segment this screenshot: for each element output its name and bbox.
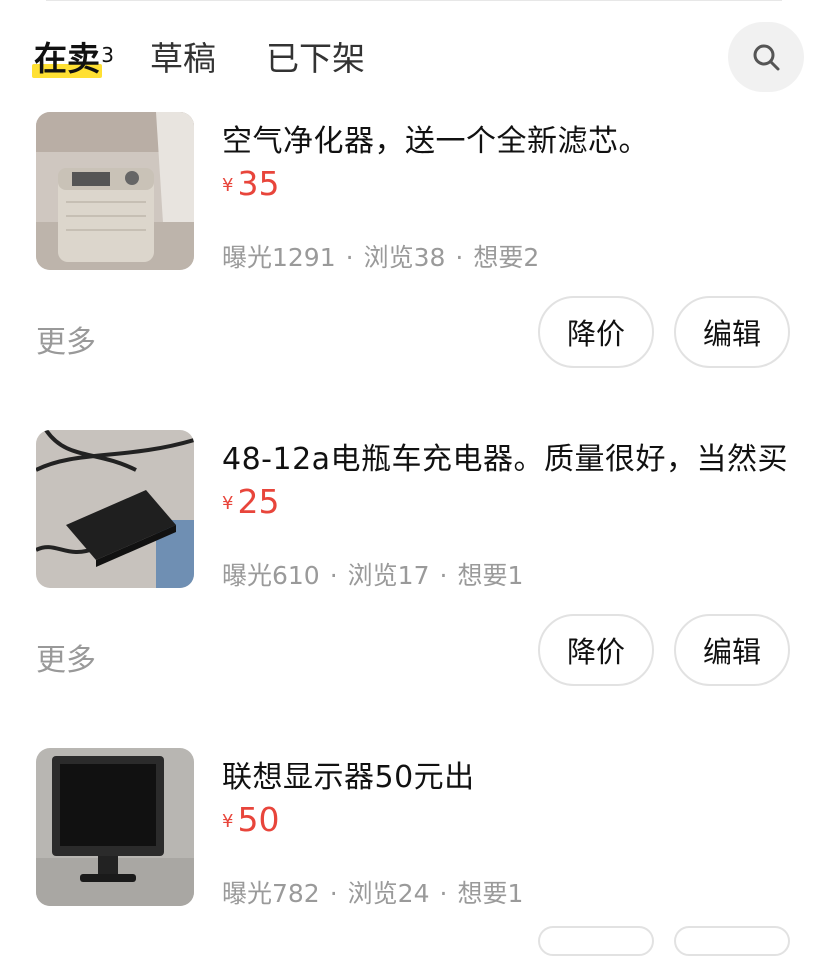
stat-views: 浏览24 <box>347 879 430 908</box>
tab-on-sale-count: 3 <box>101 43 114 67</box>
edit-button-partial[interactable] <box>674 926 790 956</box>
tab-on-sale[interactable]: 在卖 3 <box>32 36 114 82</box>
search-button[interactable] <box>728 22 804 92</box>
stat-wants: 想要1 <box>457 561 524 590</box>
edit-button[interactable]: 编辑 <box>674 296 790 368</box>
listing-title[interactable]: 联想显示器50元出 <box>222 752 475 796</box>
stat-exposure: 曝光1291 <box>222 243 336 272</box>
listing-stats: 曝光782 · 浏览24 · 想要1 <box>222 879 524 908</box>
tab-drafts[interactable]: 草稿 <box>150 36 216 82</box>
stat-views: 浏览17 <box>347 561 430 590</box>
listing-stats: 曝光1291 · 浏览38 · 想要2 <box>222 243 540 272</box>
product-thumbnail[interactable] <box>36 112 194 270</box>
more-button[interactable]: 更多 <box>36 317 96 361</box>
listing-title[interactable]: 48-12a电瓶车充电器。质量很好，当然买 <box>222 434 788 478</box>
search-icon <box>753 44 780 71</box>
reduce-price-button[interactable]: 降价 <box>538 296 654 368</box>
price-value: 50 <box>237 800 280 839</box>
product-thumbnail[interactable] <box>36 748 194 906</box>
tab-on-sale-label: 在卖 <box>34 39 100 78</box>
price-value: 35 <box>237 164 280 203</box>
stat-wants: 想要1 <box>457 879 524 908</box>
currency-symbol: ¥ <box>222 175 234 196</box>
reduce-price-button[interactable]: 降价 <box>538 614 654 686</box>
top-divider <box>46 0 782 1</box>
stat-wants: 想要2 <box>473 243 540 272</box>
stat-exposure: 曝光782 <box>222 879 320 908</box>
stat-views: 浏览38 <box>363 243 446 272</box>
more-button[interactable]: 更多 <box>36 635 96 679</box>
currency-symbol: ¥ <box>222 493 234 514</box>
price-value: 25 <box>237 482 280 521</box>
tab-delisted[interactable]: 已下架 <box>266 36 365 82</box>
listing-price: ¥50 <box>222 800 279 839</box>
status-tabs: 在卖 3 草稿 已下架 <box>32 32 415 82</box>
listing-price: ¥25 <box>222 482 279 521</box>
listing-price: ¥35 <box>222 164 279 203</box>
currency-symbol: ¥ <box>222 811 234 832</box>
product-thumbnail[interactable] <box>36 430 194 588</box>
edit-button[interactable]: 编辑 <box>674 614 790 686</box>
stat-exposure: 曝光610 <box>222 561 320 590</box>
listing-stats: 曝光610 · 浏览17 · 想要1 <box>222 561 524 590</box>
listing-title[interactable]: 空气净化器，送一个全新滤芯。 <box>222 116 649 160</box>
reduce-price-button-partial[interactable] <box>538 926 654 956</box>
